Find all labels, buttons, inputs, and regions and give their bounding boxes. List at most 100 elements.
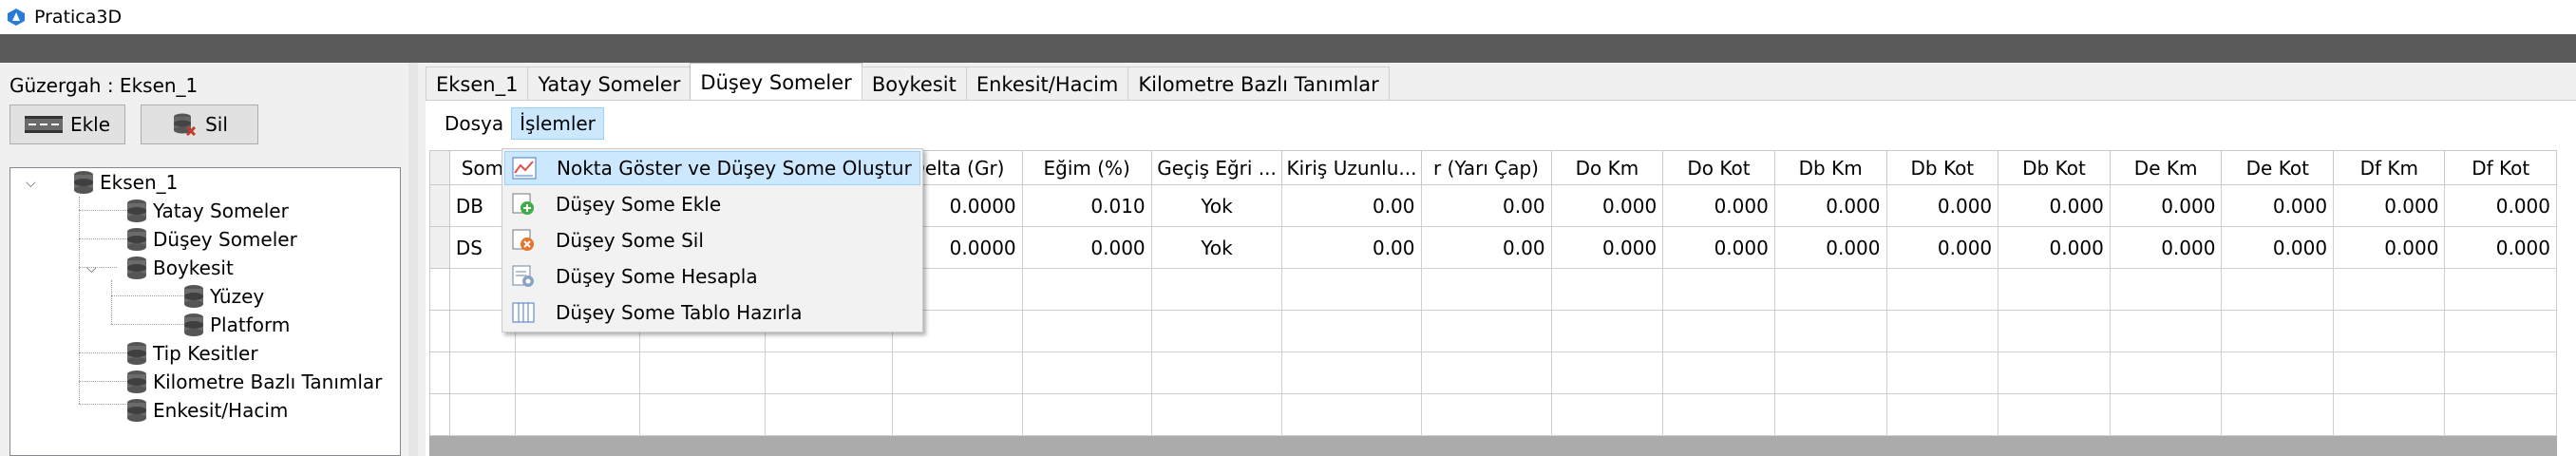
tab-boykesit[interactable]: Boykesit — [861, 66, 967, 101]
column-header[interactable]: Df Kot — [2444, 150, 2557, 185]
table-cell[interactable]: 0.000 — [1662, 184, 1775, 227]
menu-islemler[interactable]: İşlemler — [511, 107, 604, 140]
column-header[interactable]: De Km — [2109, 150, 2223, 185]
expand-boykesit-icon[interactable]: ⌵ — [86, 261, 97, 276]
table-cell[interactable]: 0.000 — [1662, 226, 1775, 269]
table-cell[interactable]: 0.000 — [2221, 226, 2335, 269]
column-header[interactable]: r (Yarı Çap) — [1420, 150, 1552, 185]
delete-button[interactable]: Sil — [141, 104, 258, 144]
database-icon — [127, 256, 146, 279]
table-cell[interactable]: 0.000 — [2444, 184, 2557, 227]
table-cell[interactable]: 0.00 — [1281, 226, 1422, 269]
empty-cell — [639, 352, 766, 394]
tree-item-yuzey[interactable]: Yüzey — [181, 282, 264, 311]
table-cell[interactable]: 0.000 — [2444, 226, 2557, 269]
table-cell[interactable]: 0.000 — [1773, 226, 1887, 269]
table-cell[interactable]: 0.00 — [1281, 184, 1422, 227]
tree-label: Düşey Someler — [153, 228, 297, 251]
expand-eksen-icon[interactable]: ⌵ — [26, 176, 36, 191]
table-cell[interactable]: 0.000 — [1998, 226, 2111, 269]
empty-cell — [2333, 268, 2446, 311]
table-cell[interactable]: 0.00 — [1420, 226, 1552, 269]
tree-item-yatay-someler[interactable]: Yatay Someler — [124, 197, 289, 225]
table-cell[interactable]: 0.000 — [2109, 226, 2223, 269]
table-cell[interactable]: 0.000 — [1550, 184, 1664, 227]
tree-item-enkesit-hacim[interactable]: Enkesit/Hacim — [124, 396, 288, 425]
row-header[interactable] — [429, 226, 450, 269]
empty-cell — [1773, 310, 1887, 352]
table-cell[interactable]: 0.000 — [1998, 184, 2111, 227]
table-cell[interactable]: 0.00 — [1420, 184, 1552, 227]
tree-item-tip-kesitler[interactable]: Tip Kesitler — [124, 339, 258, 368]
delete-button-label: Sil — [205, 113, 228, 136]
column-header[interactable]: Do Km — [1550, 150, 1664, 185]
table-cell[interactable]: 0.000 — [2221, 184, 2335, 227]
menu-item-tablo-hazirla[interactable]: Düşey Some Tablo Hazırla — [504, 295, 920, 330]
menu-item-some-hesapla[interactable]: Düşey Some Hesapla — [504, 259, 920, 294]
column-header[interactable]: Do Kot — [1662, 150, 1775, 185]
column-header[interactable]: Db Km — [1773, 150, 1887, 185]
column-header[interactable]: Geçiş Eğri ... — [1150, 150, 1283, 185]
empty-cell — [1885, 268, 1999, 311]
database-icon — [127, 342, 146, 365]
empty-cell — [1998, 268, 2111, 311]
table-icon — [510, 299, 537, 326]
empty-cell — [2333, 352, 2446, 394]
tree-label: Tip Kesitler — [153, 342, 258, 365]
tree-item-kilometre-bazli[interactable]: Kilometre Bazlı Tanımlar — [124, 368, 382, 396]
table-cell[interactable]: 0.010 — [1021, 184, 1152, 227]
table-cell[interactable]: 0.000 — [2333, 184, 2446, 227]
table-cell[interactable]: 0.000 — [1773, 184, 1887, 227]
tree-item-platform[interactable]: Platform — [181, 311, 290, 339]
menu-dosya[interactable]: Dosya — [437, 108, 511, 139]
tab-dusey-someler[interactable]: Düşey Someler — [690, 63, 862, 101]
menu-item-label: Düşey Some Ekle — [556, 193, 722, 216]
tree-label: Yatay Someler — [153, 200, 289, 222]
table-cell[interactable]: 0.000 — [1550, 226, 1664, 269]
tree-item-eksen-1[interactable]: Eksen_1 — [71, 168, 178, 197]
column-header[interactable]: De Kot — [2221, 150, 2335, 185]
menu-item-nokta-goster[interactable]: Nokta Göster ve Düşey Some Oluştur — [504, 151, 920, 185]
tree-item-dusey-someler[interactable]: Düşey Someler — [124, 225, 297, 254]
panel-splitter[interactable] — [408, 63, 418, 456]
left-panel: Güzergah : Eksen_1 Ekle Sil ⌵ Eksen_1 Ya… — [0, 63, 408, 456]
column-header[interactable]: Db Kot — [1885, 150, 1999, 185]
table-cell[interactable]: Yok — [1150, 184, 1283, 227]
empty-cell — [1420, 310, 1552, 352]
toolbar-strip — [0, 34, 2576, 63]
table-cell[interactable]: Yok — [1150, 226, 1283, 269]
add-button[interactable]: Ekle — [9, 104, 125, 144]
tree-item-boykesit[interactable]: Boykesit — [124, 254, 234, 282]
empty-cell — [1281, 310, 1422, 352]
empty-cell — [429, 393, 450, 436]
profile-chart-icon — [511, 155, 538, 181]
column-header[interactable]: Eğim (%) — [1021, 150, 1152, 185]
row-header[interactable] — [429, 184, 450, 227]
table-cell[interactable]: 0.000 — [1021, 226, 1152, 269]
table-cell[interactable]: 0.000 — [1885, 226, 1999, 269]
tab-eksen-1[interactable]: Eksen_1 — [426, 66, 529, 101]
empty-cell — [1662, 393, 1775, 436]
column-header[interactable]: Kiriş Uzunlu... — [1281, 150, 1422, 185]
column-header[interactable]: Df Km — [2333, 150, 2446, 185]
tree-label: Enkesit/Hacim — [153, 399, 289, 422]
table-cell[interactable]: 0.000 — [1885, 184, 1999, 227]
route-tree[interactable]: ⌵ Eksen_1 Yatay Someler Düşey Someler ⌵ … — [9, 167, 401, 456]
empty-cell — [1550, 310, 1664, 352]
empty-cell — [892, 352, 1023, 394]
empty-cell — [1998, 310, 2111, 352]
tab-yatay-someler[interactable]: Yatay Someler — [527, 66, 691, 101]
empty-cell — [639, 393, 766, 436]
empty-cell — [1998, 393, 2111, 436]
table-cell[interactable]: 0.000 — [2109, 184, 2223, 227]
tab-enkesit-hacim[interactable]: Enkesit/Hacim — [965, 66, 1129, 101]
menu-item-some-ekle[interactable]: Düşey Some Ekle — [504, 187, 920, 221]
empty-cell — [429, 268, 450, 311]
empty-cell — [1662, 352, 1775, 394]
table-cell[interactable]: 0.000 — [2333, 226, 2446, 269]
empty-cell — [448, 352, 517, 394]
empty-cell — [2109, 352, 2223, 394]
column-header[interactable]: Db Kot — [1998, 150, 2111, 185]
tab-kilometre-bazli[interactable]: Kilometre Bazlı Tanımlar — [1127, 66, 1390, 101]
menu-item-some-sil[interactable]: Düşey Some Sil — [504, 223, 920, 257]
